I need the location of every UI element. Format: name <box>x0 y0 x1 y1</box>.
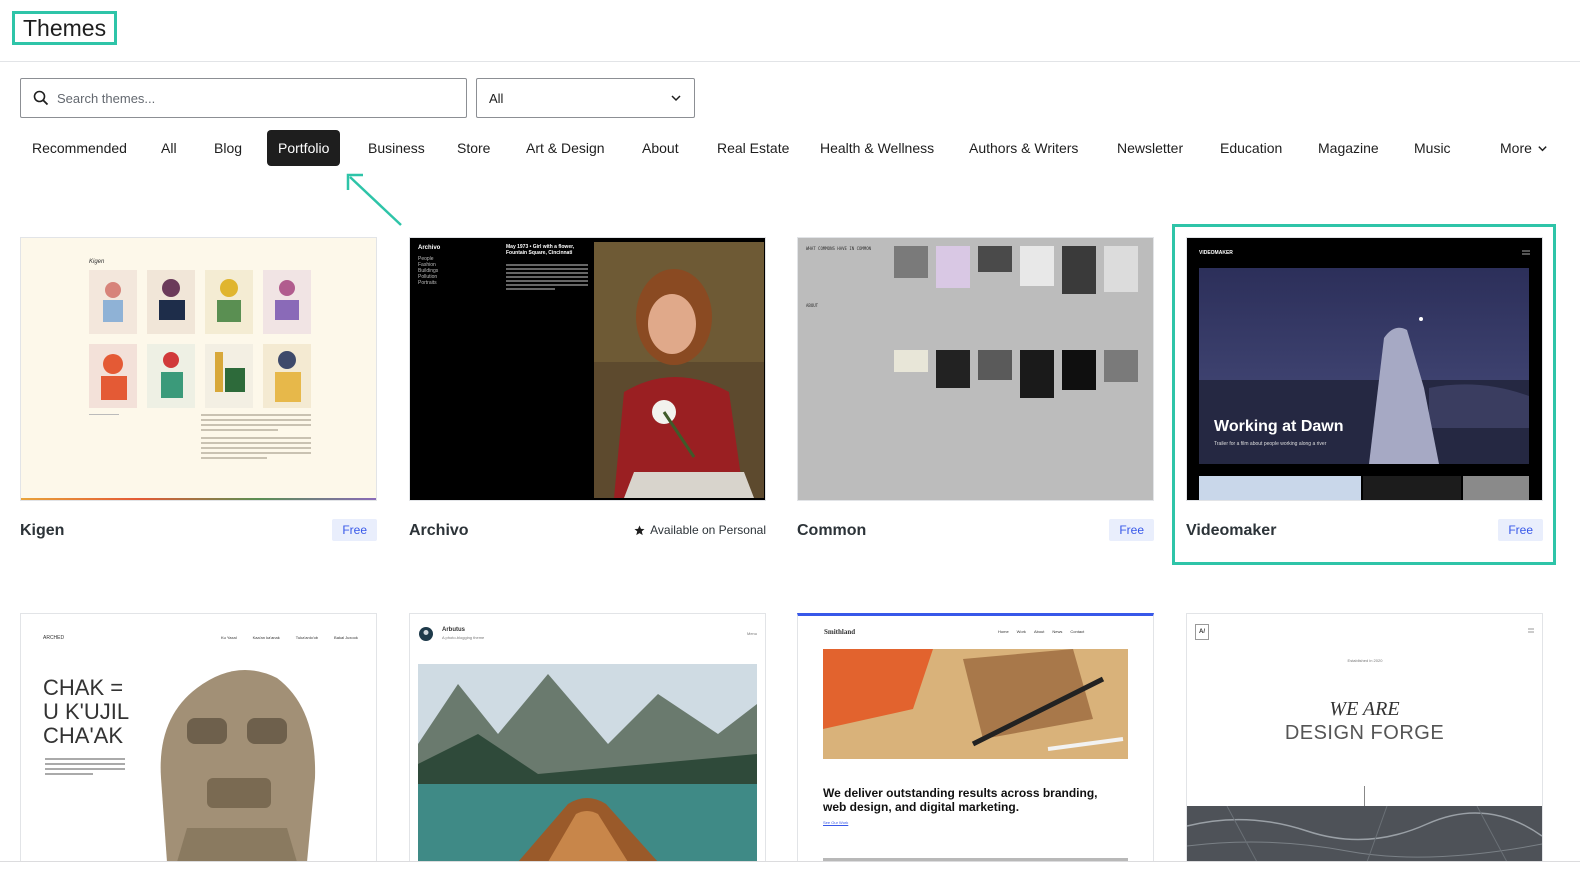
menu-icon <box>1522 250 1530 255</box>
chevron-down-icon <box>1538 145 1547 151</box>
preview-nav-item: Portraits <box>418 280 437 286</box>
theme-preview-archivo[interactable]: Archivo People Fashion Buildings Polluti… <box>409 237 766 501</box>
tab-blog[interactable]: Blog <box>214 130 242 166</box>
preview-brand: Archivo <box>418 245 441 251</box>
preview-body-text <box>45 758 125 775</box>
preview-tile <box>1463 476 1529 500</box>
availability-note: Available on Personal <box>634 523 766 537</box>
star-icon <box>634 524 645 535</box>
tab-art-design[interactable]: Art & Design <box>526 130 605 166</box>
preview-nav: Ku Yaxal Kaa'an ka'anak Tuka'anlo'ob Bak… <box>221 634 358 642</box>
preview-headline: Working at Dawn <box>1214 418 1344 435</box>
tab-newsletter[interactable]: Newsletter <box>1117 130 1183 166</box>
price-badge: Free <box>332 519 377 541</box>
menu-icon <box>1528 628 1534 633</box>
portrait-photo-icon <box>594 242 764 498</box>
chevron-down-icon <box>671 95 681 102</box>
preview-nav-item: News <box>1052 629 1063 634</box>
theme-preview-arbutus[interactable]: Arbutus A photo-blogging theme Menu <box>409 613 766 861</box>
tab-more[interactable]: More <box>1500 130 1548 166</box>
preview-divider <box>89 414 119 436</box>
illustration-grid-icon <box>89 270 311 408</box>
preview-headline: We deliver outstanding results across br… <box>823 786 1098 814</box>
avatar-icon <box>419 627 433 641</box>
preview-color-strip <box>21 498 376 500</box>
theme-name[interactable]: Kigen <box>20 522 64 540</box>
preview-nav-item: Contact <box>1070 629 1085 634</box>
preview-heading: Kigen <box>89 259 105 265</box>
preview-nav: Home Work About News Contact <box>998 628 1084 636</box>
preview-nav-item: Tuka'anlo'ob <box>295 635 319 640</box>
preview-nav-item: Bakal Juxook <box>334 635 358 640</box>
search-input[interactable] <box>57 90 437 106</box>
filter-select-value: All <box>489 90 504 106</box>
tab-health-wellness[interactable]: Health & Wellness <box>820 130 934 166</box>
theme-name[interactable]: Videomaker <box>1186 522 1276 540</box>
preview-brand: VIDEOMAKER <box>1199 250 1233 256</box>
tab-business[interactable]: Business <box>368 130 425 166</box>
preview-headline: WE ARE <box>1329 698 1400 720</box>
search-box[interactable] <box>20 78 467 118</box>
preview-nav-item: Kaa'an ka'anak <box>252 635 280 640</box>
marble-texture-icon <box>1187 806 1542 861</box>
preview-tile <box>1363 476 1461 500</box>
filter-select[interactable]: All <box>476 78 695 118</box>
annotation-arrow-icon <box>346 173 402 226</box>
tab-all[interactable]: All <box>161 130 177 166</box>
preview-headline: May 1973 • Girl with a flower, Fountain … <box>506 244 575 256</box>
preview-nav-item: Ku Yaxal <box>221 635 237 640</box>
tab-education[interactable]: Education <box>1220 130 1282 166</box>
preview-headline: CHAK = U K'UJIL CHA'AK <box>43 675 129 748</box>
tab-about[interactable]: About <box>642 130 679 166</box>
price-badge: Free <box>1498 519 1543 541</box>
viewport-divider <box>0 861 1580 862</box>
tab-store[interactable]: Store <box>457 130 490 166</box>
preview-nav: People Fashion Buildings Pollution Portr… <box>418 256 438 286</box>
search-icon <box>33 90 49 106</box>
preview-intro: WHAT COMMONS HAVE IN COMMON <box>806 246 872 251</box>
theme-preview-common[interactable]: WHAT COMMONS HAVE IN COMMON ABOUT <box>797 237 1154 501</box>
preview-nav-item: Work <box>1016 629 1026 634</box>
category-tabs: Recommended All Blog Portfolio Business … <box>20 130 1560 166</box>
header: Themes <box>0 0 1580 62</box>
preview-subheading: Trailer for a film about people working … <box>1214 441 1327 447</box>
preview-brand: Arbutus <box>442 627 465 633</box>
preview-logo: A/ <box>1195 624 1209 640</box>
archive-grid-icon <box>894 246 1138 398</box>
tab-real-estate[interactable]: Real Estate <box>717 130 789 166</box>
price-badge: Free <box>1109 519 1154 541</box>
preview-eyebrow: Established in 2020 <box>1347 658 1383 663</box>
tab-music[interactable]: Music <box>1414 130 1451 166</box>
tab-portfolio[interactable]: Portfolio <box>267 130 341 166</box>
theme-preview-arched[interactable]: ARCHED Ku Yaxal Kaa'an ka'anak Tuka'anlo… <box>20 613 377 861</box>
preview-body-text <box>201 414 311 459</box>
theme-preview-smithland[interactable]: Smithland Home Work About News Contact W… <box>797 613 1154 861</box>
page-title: Themes <box>12 11 118 45</box>
theme-preview-videomaker[interactable]: VIDEOMAKER Working at Dawn Trailer for a… <box>1186 237 1543 501</box>
preview-nav-item: Home <box>998 629 1009 634</box>
preview-brand: ARCHED <box>43 635 65 641</box>
preview-menu: Menu <box>746 631 757 636</box>
tab-authors-writers[interactable]: Authors & Writers <box>969 130 1078 166</box>
lake-photo-icon <box>418 664 757 861</box>
theme-preview-kigen[interactable]: Kigen <box>20 237 377 501</box>
stone-sculpture-icon <box>160 670 316 861</box>
preview-subheadline: DESIGN FORGE <box>1284 722 1445 744</box>
availability-text: Available on Personal <box>650 523 766 537</box>
preview-link: See Our Work <box>823 820 849 825</box>
preview-body-text <box>506 264 588 290</box>
theme-preview-design-forge[interactable]: A/ Established in 2020 WE ARE DESIGN FOR… <box>1186 613 1543 861</box>
theme-name[interactable]: Common <box>797 522 866 540</box>
workspace-photo-icon <box>823 649 1128 759</box>
preview-tile <box>1199 476 1361 500</box>
tab-more-label: More <box>1500 140 1532 156</box>
theme-name[interactable]: Archivo <box>409 522 469 540</box>
tab-recommended[interactable]: Recommended <box>32 130 127 166</box>
tab-magazine[interactable]: Magazine <box>1318 130 1379 166</box>
preview-tagline: A photo-blogging theme <box>442 635 485 640</box>
preview-label: ABOUT <box>806 303 819 308</box>
preview-divider <box>1364 786 1365 806</box>
preview-nav-item: About <box>1033 629 1045 634</box>
preview-brand: Smithland <box>824 628 856 636</box>
